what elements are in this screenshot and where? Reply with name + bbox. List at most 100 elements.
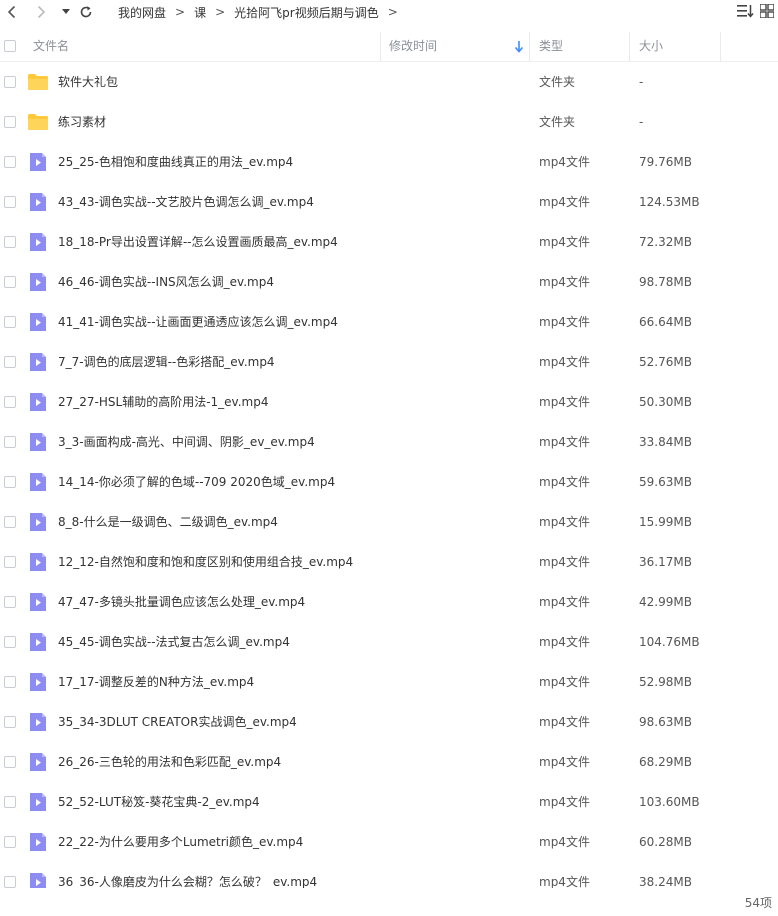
column-header-size[interactable]: 大小 xyxy=(639,32,663,61)
file-row[interactable]: 43_43-调色实战--文艺胶片色调怎么调_ev.mp4 mp4文件 124.53M… xyxy=(0,182,778,222)
file-row[interactable]: 7_7-调色的底层逻辑--色彩搭配_ev.mp4 mp4文件 52.76MB xyxy=(0,342,778,382)
column-divider[interactable] xyxy=(720,32,721,61)
file-size: - xyxy=(639,115,644,129)
file-row[interactable]: 26_26-三色轮的用法和色彩匹配_ev.mp4 mp4文件 68.29MB xyxy=(0,742,778,782)
file-type: mp4文件 xyxy=(539,435,590,449)
file-row[interactable]: 41_41-调色实战--让画面更通透应该怎么调_ev.mp4 mp4文件 66.64… xyxy=(0,302,778,342)
breadcrumb-separator: > xyxy=(215,5,226,19)
chevron-right-icon[interactable] xyxy=(32,3,50,21)
file-name[interactable]: 41_41-调色实战--让画面更通透应该怎么调_ev.mp4 xyxy=(58,314,338,330)
file-name[interactable]: 7_7-调色的底层逻辑--色彩搭配_ev.mp4 xyxy=(58,354,275,370)
file-name[interactable]: 8_8-什么是一级调色、二级调色_ev.mp4 xyxy=(58,514,278,530)
file-name[interactable]: 17_17-调整反差的N种方法_ev.mp4 xyxy=(58,674,254,690)
column-divider[interactable] xyxy=(529,32,530,61)
file-row[interactable]: 14_14-你必须了解的色域--709 2020色域_ev.mp4 mp4文件 59… xyxy=(0,462,778,502)
row-checkbox[interactable] xyxy=(4,236,16,248)
column-header-type[interactable]: 类型 xyxy=(539,32,563,61)
row-checkbox[interactable] xyxy=(4,396,16,408)
file-type: mp4文件 xyxy=(539,475,590,489)
file-name[interactable]: 25_25-色相饱和度曲线真正的用法_ev.mp4 xyxy=(58,154,293,170)
row-checkbox[interactable] xyxy=(4,76,16,88)
file-name[interactable]: 22_22-为什么要用多个Lumetri颜色_ev.mp4 xyxy=(58,834,303,850)
file-name[interactable]: 46_46-调色实战--INS风怎么调_ev.mp4 xyxy=(58,274,274,290)
file-name[interactable]: 43_43-调色实战--文艺胶片色调怎么调_ev.mp4 xyxy=(58,194,314,210)
video-file-icon xyxy=(28,833,48,851)
file-type: mp4文件 xyxy=(539,155,590,169)
file-name[interactable]: 14_14-你必须了解的色域--709 2020色域_ev.mp4 xyxy=(58,474,335,490)
file-name[interactable]: 3_3-画面构成-高光、中间调、阴影_ev_ev.mp4 xyxy=(58,434,315,450)
folder-row[interactable]: 软件大礼包 文件夹 - xyxy=(0,62,778,102)
file-size: 33.84MB xyxy=(639,435,692,449)
file-row[interactable]: 47_47-多镜头批量调色应该怎么处理_ev.mp4 mp4文件 42.99MB xyxy=(0,582,778,622)
breadcrumb-current-folder[interactable]: 光拾阿飞pr视频后期与调色 xyxy=(234,4,379,21)
column-header-modified[interactable]: 修改时间 xyxy=(389,32,437,61)
file-type: mp4文件 xyxy=(539,275,590,289)
folder-icon xyxy=(28,113,48,131)
chevron-left-icon[interactable] xyxy=(3,3,21,21)
file-row[interactable]: 35_34-3DLUT CREATOR实战调色_ev.mp4 mp4文件 98.63… xyxy=(0,702,778,742)
sort-down-arrow-icon[interactable] xyxy=(514,41,524,56)
select-all-checkbox[interactable] xyxy=(4,40,16,52)
file-row[interactable]: 22_22-为什么要用多个Lumetri颜色_ev.mp4 mp4文件 60.28M… xyxy=(0,822,778,862)
row-checkbox[interactable] xyxy=(4,436,16,448)
column-divider[interactable] xyxy=(380,32,381,61)
file-name[interactable]: 36_36-人像磨皮为什么会糊？怎么破？_ev.mp4 xyxy=(58,874,317,888)
file-name[interactable]: 45_45-调色实战--法式复古怎么调_ev.mp4 xyxy=(58,634,290,650)
file-type: mp4文件 xyxy=(539,715,590,729)
column-header-name[interactable]: 文件名 xyxy=(33,32,69,61)
item-count: 54项 xyxy=(744,896,772,910)
file-name[interactable]: 47_47-多镜头批量调色应该怎么处理_ev.mp4 xyxy=(58,594,305,610)
row-checkbox[interactable] xyxy=(4,196,16,208)
list-sort-icon[interactable] xyxy=(737,4,754,18)
file-type: mp4文件 xyxy=(539,315,590,329)
row-checkbox[interactable] xyxy=(4,596,16,608)
breadcrumb-root[interactable]: 我的网盘 xyxy=(118,4,166,21)
file-type: mp4文件 xyxy=(539,795,590,809)
file-row[interactable]: 46_46-调色实战--INS风怎么调_ev.mp4 mp4文件 98.78MB xyxy=(0,262,778,302)
file-type: mp4文件 xyxy=(539,635,590,649)
row-checkbox[interactable] xyxy=(4,476,16,488)
file-name[interactable]: 52_52-LUT秘笈-葵花宝典-2_ev.mp4 xyxy=(58,794,260,810)
row-checkbox[interactable] xyxy=(4,796,16,808)
file-type: mp4文件 xyxy=(539,195,590,209)
row-checkbox[interactable] xyxy=(4,276,16,288)
row-checkbox[interactable] xyxy=(4,556,16,568)
file-name[interactable]: 12_12-自然饱和度和饱和度区别和使用组合技_ev.mp4 xyxy=(58,554,353,570)
caret-down-icon[interactable] xyxy=(57,3,75,21)
file-row[interactable]: 36_36-人像磨皮为什么会糊？怎么破？_ev.mp4 mp4文件 38.24MB xyxy=(0,862,778,888)
refresh-icon[interactable] xyxy=(77,3,95,21)
column-divider[interactable] xyxy=(629,32,630,61)
folder-row[interactable]: 练习素材 文件夹 - xyxy=(0,102,778,142)
row-checkbox[interactable] xyxy=(4,836,16,848)
file-row[interactable]: 3_3-画面构成-高光、中间调、阴影_ev_ev.mp4 mp4文件 33.84MB xyxy=(0,422,778,462)
file-row[interactable]: 25_25-色相饱和度曲线真正的用法_ev.mp4 mp4文件 79.76MB xyxy=(0,142,778,182)
file-row[interactable]: 8_8-什么是一级调色、二级调色_ev.mp4 mp4文件 15.99MB xyxy=(0,502,778,542)
file-name[interactable]: 27_27-HSL辅助的高阶用法-1_ev.mp4 xyxy=(58,394,268,410)
file-name[interactable]: 26_26-三色轮的用法和色彩匹配_ev.mp4 xyxy=(58,754,281,770)
row-checkbox[interactable] xyxy=(4,636,16,648)
grid-view-icon[interactable] xyxy=(760,4,774,18)
file-type: mp4文件 xyxy=(539,875,590,888)
row-checkbox[interactable] xyxy=(4,316,16,328)
file-name[interactable]: 18_18-Pr导出设置详解--怎么设置画质最高_ev.mp4 xyxy=(58,234,338,250)
row-checkbox[interactable] xyxy=(4,876,16,888)
file-name[interactable]: 35_34-3DLUT CREATOR实战调色_ev.mp4 xyxy=(58,714,297,730)
file-row[interactable]: 45_45-调色实战--法式复古怎么调_ev.mp4 mp4文件 104.76MB xyxy=(0,622,778,662)
row-checkbox[interactable] xyxy=(4,156,16,168)
row-checkbox[interactable] xyxy=(4,756,16,768)
row-checkbox[interactable] xyxy=(4,516,16,528)
file-row[interactable]: 27_27-HSL辅助的高阶用法-1_ev.mp4 mp4文件 50.30MB xyxy=(0,382,778,422)
row-checkbox[interactable] xyxy=(4,716,16,728)
file-row[interactable]: 17_17-调整反差的N种方法_ev.mp4 mp4文件 52.98MB xyxy=(0,662,778,702)
file-row[interactable]: 12_12-自然饱和度和饱和度区别和使用组合技_ev.mp4 mp4文件 36.17… xyxy=(0,542,778,582)
file-name[interactable]: 软件大礼包 xyxy=(58,74,118,90)
breadcrumb-course[interactable]: 课 xyxy=(194,4,206,21)
file-row[interactable]: 52_52-LUT秘笈-葵花宝典-2_ev.mp4 mp4文件 103.60MB xyxy=(0,782,778,822)
file-name[interactable]: 练习素材 xyxy=(58,114,106,130)
row-checkbox[interactable] xyxy=(4,116,16,128)
file-size: 59.63MB xyxy=(639,475,692,489)
file-row[interactable]: 18_18-Pr导出设置详解--怎么设置画质最高_ev.mp4 mp4文件 72.3… xyxy=(0,222,778,262)
row-checkbox[interactable] xyxy=(4,676,16,688)
video-file-icon xyxy=(28,753,48,771)
row-checkbox[interactable] xyxy=(4,356,16,368)
